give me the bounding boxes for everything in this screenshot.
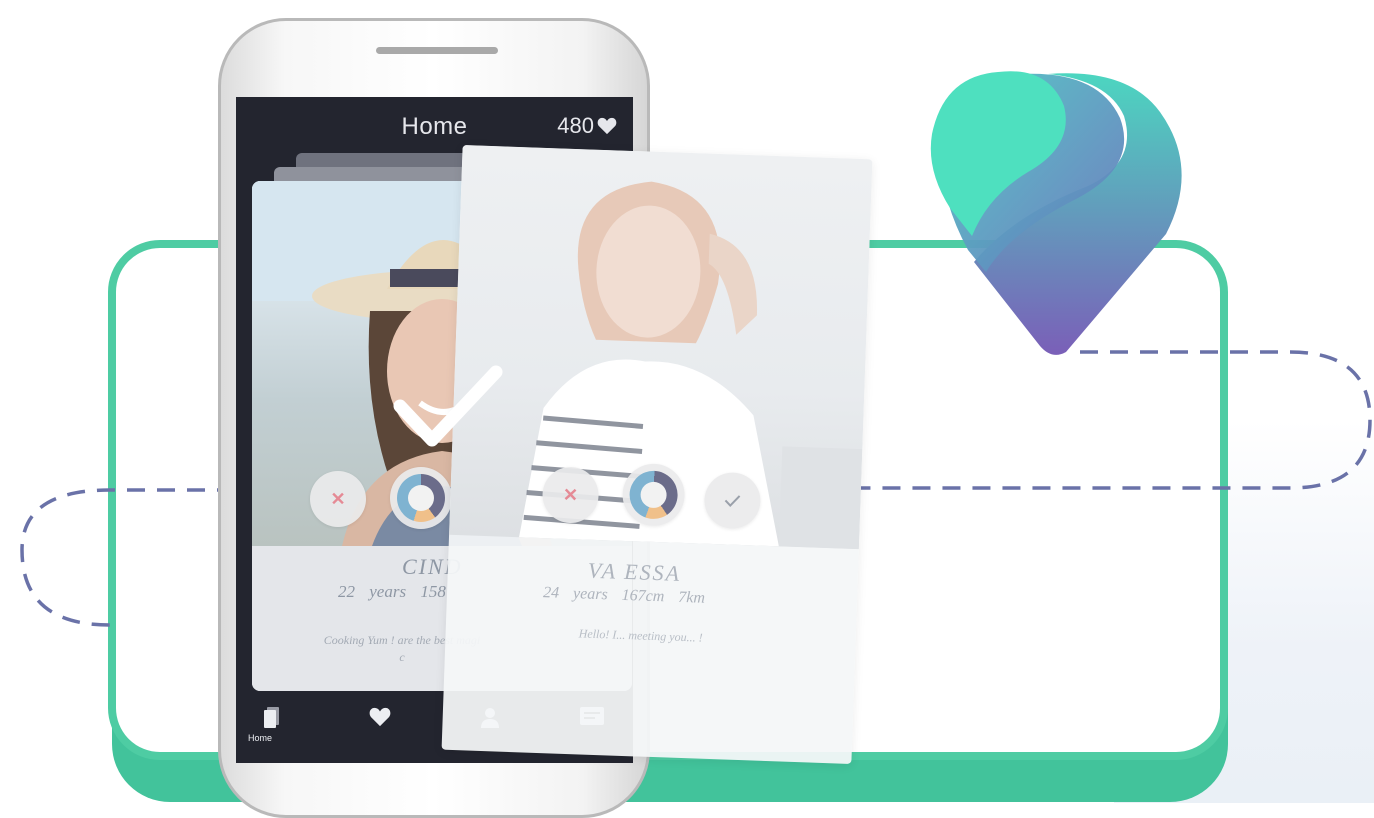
swiped-profile-card[interactable]: ✕ VA ESSA 24 years 167cm 7km Hello! I...… (441, 145, 873, 764)
close-icon: ✕ (330, 488, 346, 509)
dashed-line-left (20, 488, 235, 627)
super-like-button[interactable] (390, 467, 452, 529)
location-pin-logo (930, 71, 1182, 355)
heart-icon (369, 707, 391, 727)
swiped-profile-name: VA ESSA (587, 557, 682, 586)
points-counter[interactable]: 480 (557, 113, 617, 139)
check-icon (724, 495, 741, 508)
dislike-button[interactable]: ✕ (310, 471, 366, 527)
nav-home[interactable] (264, 707, 280, 734)
dashed-line-right (820, 350, 1372, 490)
swiped-profile-meta: 24 years 167cm 7km (542, 584, 706, 607)
swiped-profile-photo: ✕ (449, 145, 873, 550)
badge-icon (397, 474, 445, 522)
nav-favorites[interactable] (368, 707, 392, 732)
swiped-profile-bio: Hello! I... meeting you... ! (578, 626, 703, 645)
badge-icon (628, 470, 679, 520)
heart-icon (597, 117, 617, 135)
cards-icon (264, 707, 279, 728)
phone-speaker (376, 47, 498, 54)
nav-home-label: Home (248, 733, 273, 743)
close-icon: ✕ (562, 484, 579, 505)
points-value: 480 (557, 113, 594, 138)
like-check-icon (393, 365, 503, 447)
profile-meta: 22 years 158 (338, 582, 446, 601)
